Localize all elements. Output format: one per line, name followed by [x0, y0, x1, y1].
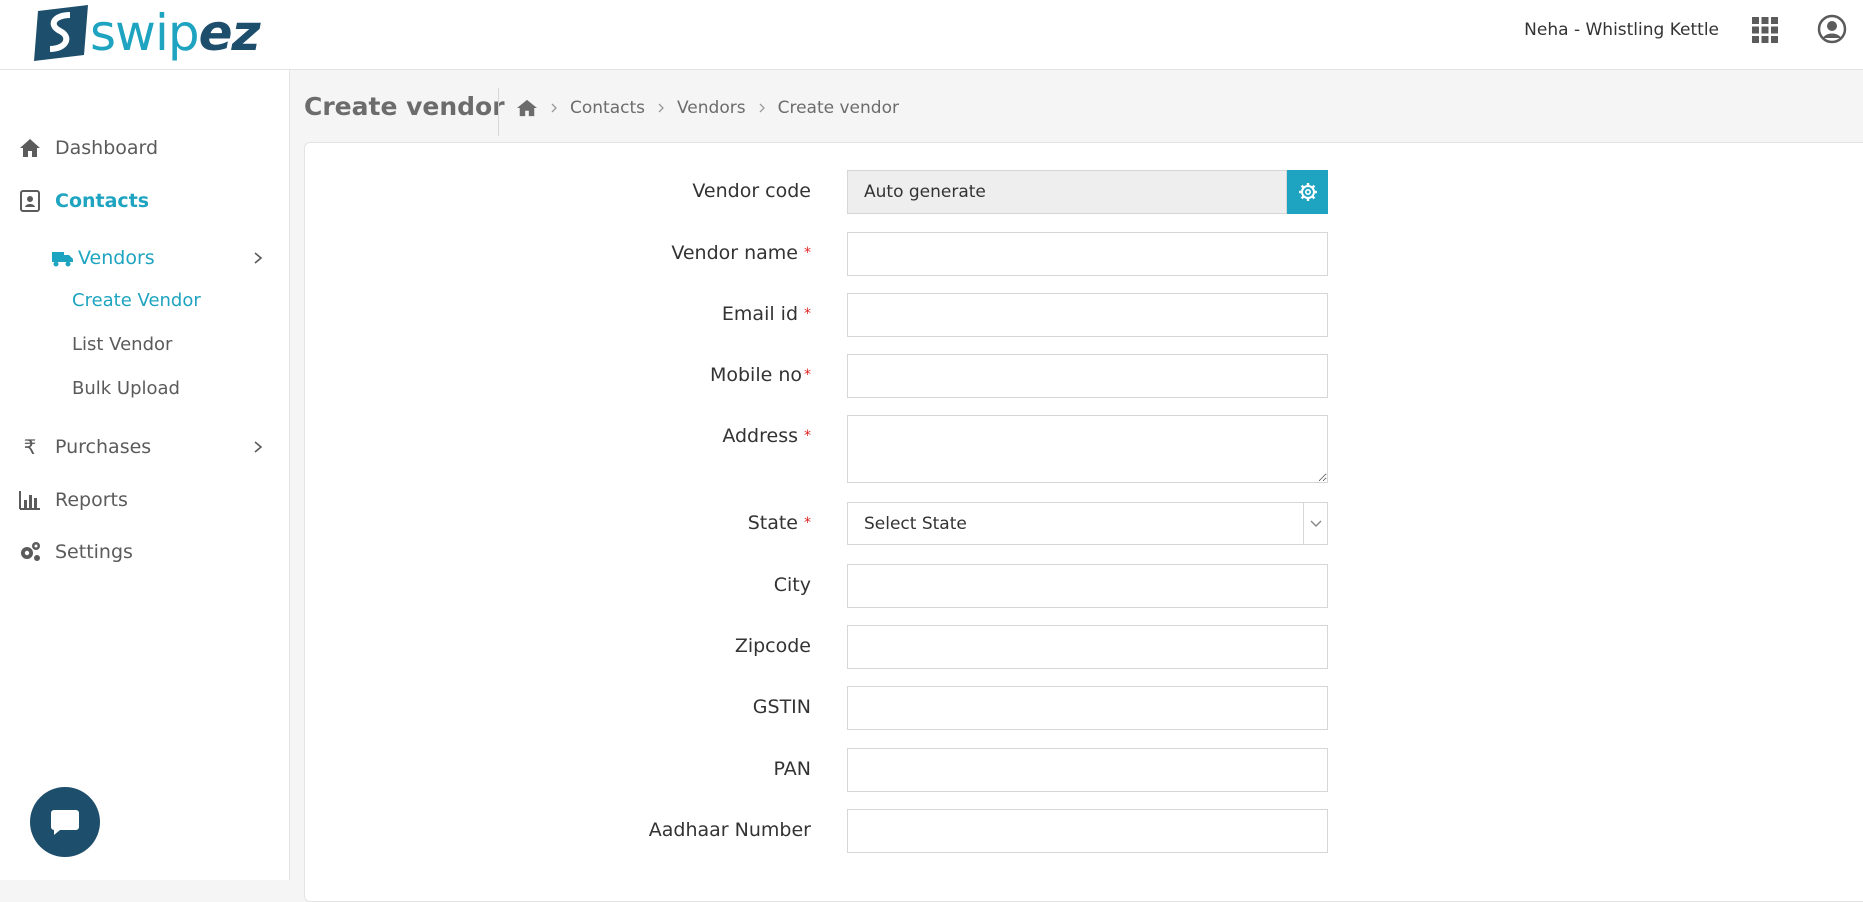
form-row-pan: PAN	[305, 748, 1328, 792]
header-divider	[498, 88, 499, 136]
form-row-email: Email id *	[305, 293, 1328, 337]
apps-grid-icon[interactable]	[1751, 16, 1779, 44]
state-select[interactable]: Select State	[847, 502, 1328, 545]
chevron-right-icon	[658, 103, 664, 113]
vendor-code-value: Auto generate	[864, 182, 986, 202]
sidebar-subitem-list-vendor[interactable]: List Vendor	[72, 334, 172, 355]
swipez-logo[interactable]: swipez	[34, 2, 261, 64]
logo-text-swip: swip	[90, 4, 200, 62]
vendor-name-label: Vendor name *	[671, 242, 811, 264]
vendor-form-card: Vendor code Auto generate Vendor name * E…	[304, 142, 1863, 902]
gstin-input[interactable]	[847, 686, 1328, 730]
city-label: City	[773, 574, 811, 596]
sidebar-item-settings[interactable]: Settings	[0, 532, 290, 572]
state-select-value: Select State	[864, 513, 967, 534]
chevron-right-icon	[254, 441, 263, 453]
form-row-mobile: Mobile no *	[305, 354, 1328, 398]
city-input[interactable]	[847, 564, 1328, 608]
sidebar-item-label: Settings	[55, 541, 133, 563]
sidebar-item-dashboard[interactable]: Dashboard	[0, 128, 290, 168]
address-label-text: Address	[722, 425, 798, 447]
page-header: Create vendor Contacts Vendors Create ve…	[290, 70, 1863, 142]
breadcrumb-vendors[interactable]: Vendors	[677, 98, 746, 118]
contacts-icon	[20, 190, 40, 212]
sidebar-item-reports[interactable]: Reports	[0, 480, 290, 520]
sidebar-item-label: Dashboard	[55, 137, 159, 159]
user-profile-icon[interactable]	[1817, 14, 1847, 44]
sidebar-item-vendors[interactable]: Vendors	[52, 241, 290, 275]
address-label: Address *	[722, 425, 811, 447]
zipcode-input[interactable]	[847, 625, 1328, 669]
chevron-right-icon	[551, 103, 557, 113]
email-label: Email id *	[722, 303, 811, 325]
user-name[interactable]: Neha - Whistling Kettle	[1524, 20, 1719, 40]
gears-icon	[21, 542, 40, 561]
page-title: Create vendor	[304, 92, 505, 121]
aadhaar-input[interactable]	[847, 809, 1328, 853]
form-row-vendor-name: Vendor name *	[305, 232, 1328, 276]
sidebar-item-contacts[interactable]: Contacts	[0, 181, 290, 221]
swipez-logo-mark-icon	[34, 5, 88, 61]
form-row-vendor-code: Vendor code Auto generate	[305, 170, 1328, 214]
state-label-text: State	[747, 512, 798, 534]
aadhaar-label: Aadhaar Number	[648, 819, 811, 841]
gstin-label: GSTIN	[752, 696, 811, 718]
form-row-state: State * Select State	[305, 502, 1328, 546]
sidebar-subitem-create-vendor[interactable]: Create Vendor	[72, 290, 201, 311]
vendor-name-label-text: Vendor name	[671, 242, 798, 264]
chevron-right-icon	[254, 252, 263, 264]
email-label-text: Email id	[721, 303, 798, 325]
logo-text-ez: ez	[198, 4, 261, 62]
logo-text: swipez	[90, 4, 261, 62]
gear-icon	[1298, 183, 1317, 201]
vendor-code-label: Vendor code	[692, 180, 811, 202]
required-marker: *	[804, 428, 811, 444]
chat-button[interactable]	[30, 787, 100, 857]
sidebar-item-label: Purchases	[55, 436, 152, 458]
form-row-city: City	[305, 564, 1328, 608]
sidebar-item-label: Reports	[55, 489, 128, 511]
required-marker: *	[804, 515, 811, 531]
required-marker: *	[804, 245, 811, 261]
sidebar-item-purchases[interactable]: ₹ Purchases	[0, 427, 290, 467]
form-row-gstin: GSTIN	[305, 686, 1328, 730]
vendor-code-field: Auto generate	[847, 170, 1287, 214]
vendor-code-label-text: Vendor code	[692, 180, 811, 202]
chat-bubble-icon	[51, 810, 79, 835]
home-icon	[20, 139, 40, 157]
vendor-name-input[interactable]	[847, 232, 1328, 276]
vendor-code-settings-button[interactable]	[1287, 170, 1328, 214]
form-row-zipcode: Zipcode	[305, 625, 1328, 669]
mobile-label: Mobile no *	[710, 364, 811, 386]
sidebar-item-label: Vendors	[78, 247, 155, 269]
required-marker: *	[804, 306, 811, 322]
form-row-address: Address *	[305, 415, 1328, 485]
mobile-input[interactable]	[847, 354, 1328, 398]
email-input[interactable]	[847, 293, 1328, 337]
breadcrumb: Contacts Vendors Create vendor	[516, 98, 899, 118]
bar-chart-icon	[19, 491, 40, 510]
zipcode-label: Zipcode	[734, 635, 811, 657]
sidebar: Dashboard Contacts Vendors Create Vendor…	[0, 70, 290, 880]
sidebar-subitem-bulk-upload[interactable]: Bulk Upload	[72, 378, 180, 399]
breadcrumb-current: Create vendor	[777, 98, 899, 118]
address-textarea[interactable]	[847, 415, 1328, 483]
breadcrumb-contacts[interactable]: Contacts	[570, 98, 645, 118]
chevron-down-icon	[1303, 503, 1327, 544]
rupee-icon: ₹	[23, 435, 37, 459]
sidebar-item-label: Contacts	[55, 190, 150, 212]
chevron-right-icon	[759, 103, 765, 113]
state-label: State *	[748, 512, 811, 534]
home-icon[interactable]	[516, 98, 538, 118]
required-marker: *	[804, 367, 811, 383]
pan-input[interactable]	[847, 748, 1328, 792]
mobile-label-text: Mobile no	[709, 364, 802, 386]
form-row-aadhaar: Aadhaar Number	[305, 809, 1328, 853]
truck-icon	[52, 252, 73, 267]
pan-label: PAN	[773, 758, 811, 780]
top-bar: swipez Neha - Whistling Kettle	[0, 0, 1863, 70]
